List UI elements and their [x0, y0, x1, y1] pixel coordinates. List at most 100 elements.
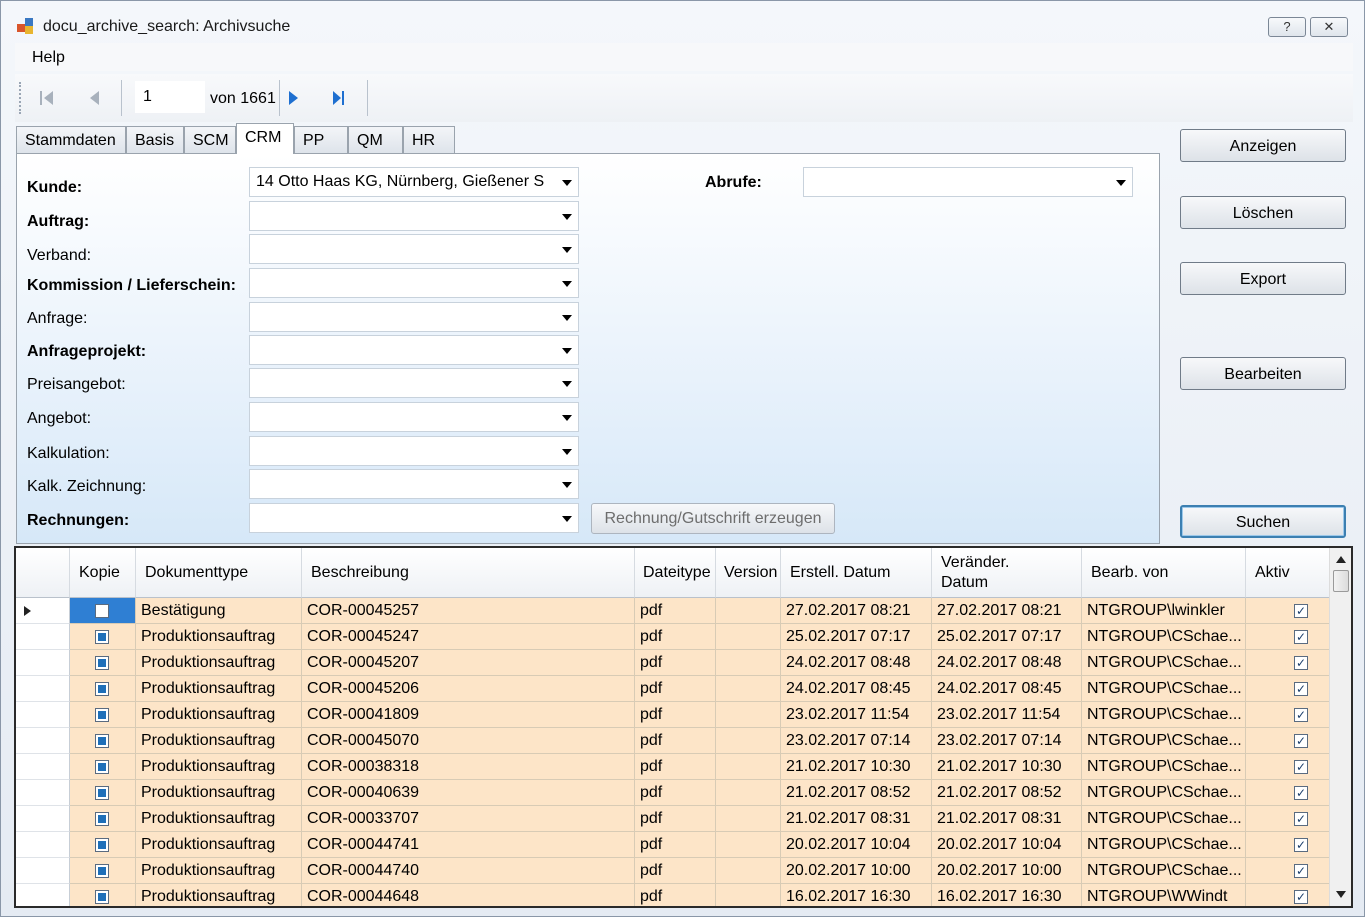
next-page-icon[interactable] — [283, 89, 303, 107]
kopie-cell[interactable] — [70, 598, 136, 624]
bearb-von-cell: NTGROUP\CSchae... — [1082, 624, 1246, 650]
column-header-dokumenttype[interactable]: Dokumenttype — [136, 548, 302, 598]
page-number-input[interactable] — [135, 81, 205, 113]
kopie-checkbox[interactable] — [95, 604, 109, 618]
kommission-combo[interactable] — [249, 268, 579, 298]
column-header-dateitype[interactable]: Dateitype — [635, 548, 716, 598]
scroll-down-icon[interactable] — [1336, 891, 1346, 898]
aktiv-checkbox[interactable]: ✓ — [1294, 682, 1308, 696]
column-header-version[interactable]: Version — [716, 548, 781, 598]
scroll-up-icon[interactable] — [1336, 556, 1346, 563]
erstell-datum-cell: 24.02.2017 08:45 — [781, 676, 932, 702]
kalk-zeichnung-combo[interactable] — [249, 469, 579, 499]
aktiv-cell[interactable]: ✓ — [1246, 858, 1331, 884]
aktiv-checkbox[interactable]: ✓ — [1294, 708, 1308, 722]
aktiv-cell[interactable]: ✓ — [1246, 780, 1331, 806]
first-page-icon[interactable] — [37, 89, 57, 107]
aktiv-checkbox[interactable]: ✓ — [1294, 812, 1308, 826]
anfrage-combo[interactable] — [249, 302, 579, 332]
kopie-cell[interactable] — [70, 780, 136, 806]
column-header-kopie[interactable]: Kopie — [70, 548, 136, 598]
tab-hr[interactable]: HR — [403, 126, 455, 154]
aktiv-cell[interactable]: ✓ — [1246, 806, 1331, 832]
column-header-aktiv[interactable]: Aktiv — [1246, 548, 1331, 598]
aktiv-cell[interactable]: ✓ — [1246, 676, 1331, 702]
kopie-checkbox[interactable] — [95, 838, 109, 852]
loeschen-button[interactable]: Löschen — [1180, 196, 1346, 229]
help-title-button[interactable]: ? — [1268, 17, 1306, 37]
tab-basis[interactable]: Basis — [126, 126, 184, 154]
previous-page-icon[interactable] — [85, 89, 105, 107]
tab-pp[interactable]: PP — [294, 126, 348, 154]
angebot-combo[interactable] — [249, 402, 579, 432]
aktiv-checkbox[interactable]: ✓ — [1294, 890, 1308, 904]
last-page-icon[interactable] — [329, 89, 349, 107]
suchen-button[interactable]: Suchen — [1180, 505, 1346, 538]
aktiv-cell[interactable]: ✓ — [1246, 884, 1331, 906]
close-button[interactable]: ✕ — [1310, 17, 1348, 37]
column-header-bearb-von[interactable]: Bearb. von — [1082, 548, 1246, 598]
column-header-beschreibung[interactable]: Beschreibung — [302, 548, 635, 598]
export-button[interactable]: Export — [1180, 262, 1346, 295]
kopie-checkbox[interactable] — [95, 656, 109, 670]
row-header — [16, 754, 70, 780]
kopie-checkbox[interactable] — [95, 760, 109, 774]
kopie-cell[interactable] — [70, 806, 136, 832]
preisangebot-combo[interactable] — [249, 368, 579, 398]
kopie-checkbox[interactable] — [95, 708, 109, 722]
tab-scm[interactable]: SCM — [184, 126, 236, 154]
toolbar-grip[interactable] — [19, 82, 22, 114]
kopie-cell[interactable] — [70, 676, 136, 702]
column-header-veraender-datum[interactable]: Veränder. Datum — [932, 548, 1082, 598]
aktiv-checkbox[interactable]: ✓ — [1294, 786, 1308, 800]
auftrag-combo[interactable] — [249, 201, 579, 231]
kopie-cell[interactable] — [70, 728, 136, 754]
anzeigen-button[interactable]: Anzeigen — [1180, 129, 1346, 162]
tab-crm[interactable]: CRM — [236, 123, 294, 154]
kunde-combo[interactable]: 14 Otto Haas KG, Nürnberg, Gießener S — [249, 167, 579, 197]
kopie-cell[interactable] — [70, 650, 136, 676]
kopie-checkbox[interactable] — [95, 864, 109, 878]
column-header-erstell-datum[interactable]: Erstell. Datum — [781, 548, 932, 598]
aktiv-cell[interactable]: ✓ — [1246, 598, 1331, 624]
kopie-cell[interactable] — [70, 832, 136, 858]
aktiv-checkbox[interactable]: ✓ — [1294, 604, 1308, 618]
rechnung-gutschrift-button[interactable]: Rechnung/Gutschrift erzeugen — [591, 503, 835, 534]
aktiv-cell[interactable]: ✓ — [1246, 624, 1331, 650]
kopie-cell[interactable] — [70, 754, 136, 780]
aktiv-checkbox[interactable]: ✓ — [1294, 656, 1308, 670]
vertical-scrollbar[interactable] — [1329, 548, 1351, 906]
abrufe-combo[interactable] — [803, 167, 1133, 197]
aktiv-checkbox[interactable]: ✓ — [1294, 760, 1308, 774]
kopie-cell[interactable] — [70, 624, 136, 650]
anfrageprojekt-combo[interactable] — [249, 335, 579, 365]
aktiv-cell[interactable]: ✓ — [1246, 702, 1331, 728]
kopie-cell[interactable] — [70, 858, 136, 884]
tab-qm[interactable]: QM — [348, 126, 403, 154]
kopie-checkbox[interactable] — [95, 630, 109, 644]
tab-stammdaten[interactable]: Stammdaten — [16, 126, 126, 154]
kalkulation-combo[interactable] — [249, 436, 579, 466]
aktiv-cell[interactable]: ✓ — [1246, 728, 1331, 754]
aktiv-checkbox[interactable]: ✓ — [1294, 864, 1308, 878]
kopie-cell[interactable] — [70, 702, 136, 728]
kopie-checkbox[interactable] — [95, 682, 109, 696]
rechnungen-combo[interactable] — [249, 503, 579, 533]
veraender-datum-cell: 20.02.2017 10:04 — [932, 832, 1082, 858]
scroll-thumb[interactable] — [1333, 570, 1349, 592]
kopie-checkbox[interactable] — [95, 812, 109, 826]
verband-combo[interactable] — [249, 234, 579, 264]
kopie-cell[interactable] — [70, 884, 136, 906]
aktiv-cell[interactable]: ✓ — [1246, 832, 1331, 858]
aktiv-cell[interactable]: ✓ — [1246, 650, 1331, 676]
menu-help[interactable]: Help — [32, 49, 65, 67]
aktiv-checkbox[interactable]: ✓ — [1294, 838, 1308, 852]
aktiv-checkbox[interactable]: ✓ — [1294, 734, 1308, 748]
kopie-checkbox[interactable] — [95, 890, 109, 904]
kopie-checkbox[interactable] — [95, 786, 109, 800]
aktiv-cell[interactable]: ✓ — [1246, 754, 1331, 780]
kopie-checkbox[interactable] — [95, 734, 109, 748]
bearbeiten-button[interactable]: Bearbeiten — [1180, 357, 1346, 390]
aktiv-checkbox[interactable]: ✓ — [1294, 630, 1308, 644]
version-cell — [716, 650, 781, 676]
